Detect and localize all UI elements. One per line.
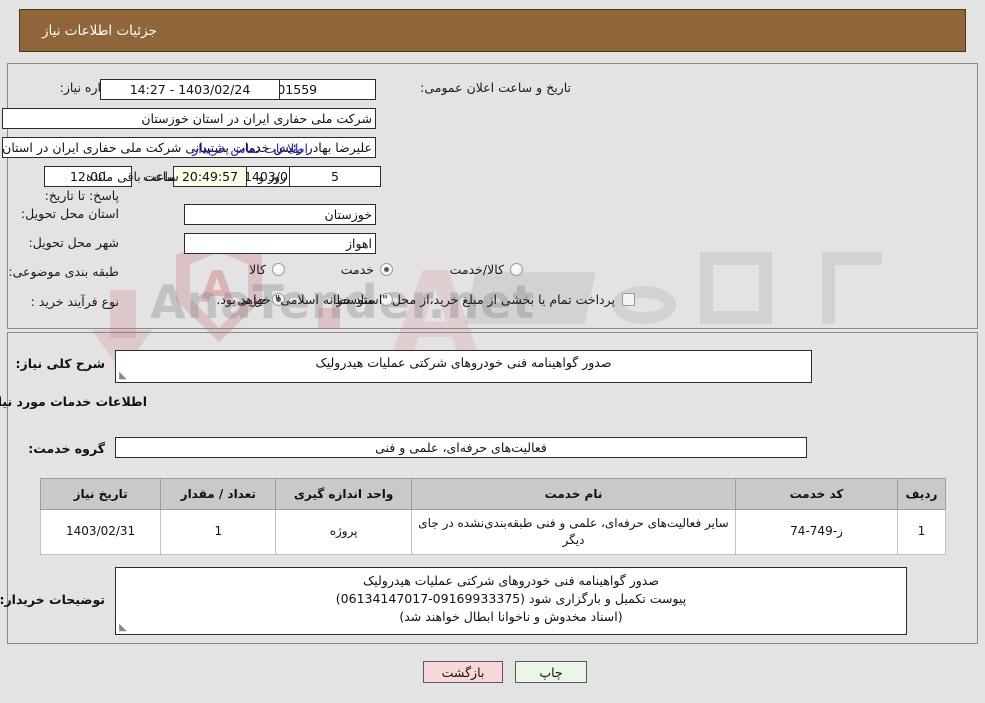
services-table: ردیف کد خدمت نام خدمت واحد اندازه گیری ت… <box>39 478 947 555</box>
service-group-label: گروه خدمت: <box>28 441 105 456</box>
public-announce-label: تاریخ و ساعت اعلان عمومی: <box>420 80 571 95</box>
remaining-days-field: 5 <box>289 166 381 187</box>
description-text: صدور گواهینامه فنی خودروهای شرکتی عملیات… <box>315 355 612 370</box>
buyer-contact-link[interactable]: اطلاعات تماس خریدار <box>192 141 308 156</box>
category-label-wrap: طبقه بندی موضوعی: <box>8 264 119 279</box>
buyer-notes-line-3: (اسناد مخدوش و ناخوانا ابطال خواهند شد) <box>399 609 623 625</box>
buyer-org-field: شرکت ملی حفاری ایران در استان خوزستان <box>2 108 376 129</box>
col-service-code: کد خدمت <box>735 478 898 510</box>
province-label: استان محل تحویل: <box>20 206 119 221</box>
buyer-notes-label: توضیحات خریدار: <box>0 592 105 607</box>
province-field: خوزستان <box>184 204 376 225</box>
treasury-checkbox-label: پرداخت تمام یا بخشی از مبلغ خرید،از محل … <box>216 292 615 307</box>
cell-need-date: 1403/02/31 <box>39 509 162 555</box>
category-option-kala-label: کالا <box>249 262 266 277</box>
creator-field: علیرضا بهادر رئیس خدمات پشتیبانی شرکت مل… <box>2 137 376 158</box>
need-info-panel <box>7 63 978 329</box>
radio-kala-khedmat-icon[interactable] <box>510 263 523 276</box>
table-row: 1 ز-749-74 سایر فعالیت‌های حرفه‌ای، علمی… <box>39 509 947 555</box>
category-option-kala-khedmat[interactable]: کالا/خدمت <box>450 262 523 277</box>
buyer-notes-line-1: صدور گواهینامه فنی خودروهای شرکتی عملیات… <box>363 573 659 588</box>
buyer-notes-line-2: پیوست تکمیل و بارگزاری شود (09169933375-… <box>335 591 687 607</box>
cell-service-code: ز-749-74 <box>735 509 898 555</box>
remaining-clock-field: 20:49:57 <box>173 166 247 187</box>
table-header-row: ردیف کد خدمت نام خدمت واحد اندازه گیری ت… <box>39 478 947 510</box>
city-label-wrap: شهر محل تحویل: <box>29 235 119 250</box>
city-field: اهواز <box>184 233 376 254</box>
treasury-checkbox-row[interactable]: پرداخت تمام یا بخشی از مبلغ خرید،از محل … <box>216 292 635 307</box>
category-option-khedmat-label: خدمت <box>340 262 374 277</box>
service-group-field: فعالیت‌های حرفه‌ای، علمی و فنی <box>115 437 807 458</box>
col-quantity: تعداد / مقدار <box>160 478 277 510</box>
resize-grip-icon[interactable]: ◣ <box>118 371 128 381</box>
remaining-days-label: روز و <box>258 169 287 184</box>
radio-khedmat-icon[interactable] <box>380 263 393 276</box>
treasury-checkbox-icon[interactable] <box>622 293 635 306</box>
col-row-no: ردیف <box>896 478 947 510</box>
buyer-notes-textarea[interactable]: صدور گواهینامه فنی خودروهای شرکتی عملیات… <box>115 567 907 635</box>
process-label: نوع فرآیند خرید : <box>30 294 119 309</box>
need-details-page: A A AnaTender.net جزئیات اطلاعات نیاز شم… <box>0 0 985 703</box>
page-title-bar: جزئیات اطلاعات نیاز <box>19 9 966 52</box>
cell-service-name: سایر فعالیت‌های حرفه‌ای، علمی و فنی طبقه… <box>410 509 737 555</box>
buyer-notes-resize-grip-icon[interactable]: ◣ <box>118 623 128 633</box>
description-textarea[interactable]: صدور گواهینامه فنی خودروهای شرکتی عملیات… <box>115 350 812 383</box>
category-option-kala-khedmat-label: کالا/خدمت <box>449 262 504 277</box>
cell-unit: پروژه <box>275 509 412 555</box>
cell-row-no: 1 <box>896 509 947 555</box>
cell-quantity: 1 <box>160 509 277 555</box>
city-label-text: شهر محل تحویل: <box>28 235 119 250</box>
announce-label-wrap: تاریخ و ساعت اعلان عمومی: <box>420 80 571 95</box>
col-unit: واحد اندازه گیری <box>275 478 412 510</box>
services-section-heading: اطلاعات خدمات مورد نیاز <box>0 394 147 409</box>
public-announce-field: 1403/02/24 - 14:27 <box>100 79 280 100</box>
process-label-wrap: نوع فرآیند خرید : <box>31 294 119 309</box>
page-title: جزئیات اطلاعات نیاز <box>42 22 157 39</box>
radio-kala-icon[interactable] <box>272 263 285 276</box>
city-label: شهر محل تحویل: <box>29 235 119 250</box>
col-need-date: تاریخ نیاز <box>39 478 162 510</box>
remaining-suffix-label: ساعت باقی مانده <box>86 169 179 184</box>
back-button[interactable]: بازگشت <box>423 661 503 683</box>
col-service-name: نام خدمت <box>410 478 737 510</box>
print-button[interactable]: چاپ <box>515 661 587 683</box>
province-label-wrap: استان محل تحویل: <box>21 206 119 221</box>
description-label: شرح کلی نیاز: <box>15 356 105 371</box>
category-label: طبقه بندی موضوعی: <box>8 264 119 279</box>
category-option-khedmat[interactable]: خدمت <box>341 262 393 277</box>
category-option-kala[interactable]: کالا <box>249 262 285 277</box>
